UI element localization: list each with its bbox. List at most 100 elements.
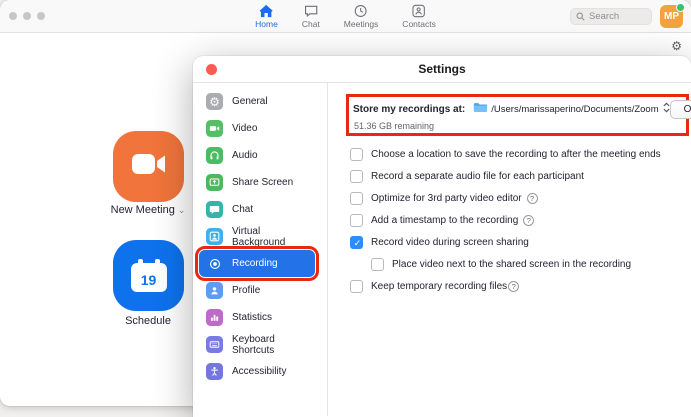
option-row-timestamp: Add a timestamp to the recording ?	[350, 209, 685, 231]
tab-contacts[interactable]: Contacts	[402, 4, 436, 29]
sidebar-item-video[interactable]: Video	[199, 115, 315, 142]
chat-bubble-icon	[206, 201, 223, 218]
sidebar-item-accessibility[interactable]: Accessibility	[199, 358, 315, 385]
gear-icon: ⚙︎	[206, 93, 223, 110]
recording-options-list: Choose a location to save the recording …	[350, 143, 685, 297]
sidebar-item-label: Video	[232, 123, 257, 134]
checkbox[interactable]	[371, 258, 384, 271]
window-controls[interactable]	[9, 12, 45, 20]
sidebar-item-label: Recording	[232, 258, 278, 269]
option-row-optimize-editor: Optimize for 3rd party video editor ?	[350, 187, 685, 209]
sidebar-item-label: Virtual Background	[232, 226, 315, 248]
checkbox[interactable]	[350, 192, 363, 205]
checkbox[interactable]	[350, 214, 363, 227]
settings-dialog-header: Settings	[193, 56, 691, 83]
sidebar-item-recording[interactable]: Recording	[199, 250, 315, 277]
select-chevrons-icon	[663, 100, 670, 118]
calendar-icon: 19	[131, 259, 167, 292]
avatar-initials: MP	[664, 11, 679, 22]
sidebar-item-statistics[interactable]: Statistics	[199, 304, 315, 331]
checkbox[interactable]	[350, 148, 363, 161]
checkbox[interactable]	[350, 236, 363, 249]
tab-chat-label: Chat	[302, 19, 320, 29]
clock-icon	[354, 4, 368, 18]
window-close-button[interactable]	[9, 12, 17, 20]
sidebar-item-label: General	[232, 96, 268, 107]
video-camera-icon	[206, 120, 223, 137]
option-label: Choose a location to save the recording …	[371, 149, 661, 160]
person-icon	[206, 282, 223, 299]
recording-location-select[interactable]: /Users/marissaperino/Documents/Zoom	[473, 100, 669, 118]
option-label: Record video during screen sharing	[371, 237, 529, 248]
new-meeting-button[interactable]	[113, 131, 184, 202]
sidebar-item-audio[interactable]: Audio	[199, 142, 315, 169]
chevron-down-icon[interactable]: ⌄	[178, 206, 186, 216]
window-zoom-button[interactable]	[37, 12, 45, 20]
sidebar-item-keyboard-shortcuts[interactable]: Keyboard Shortcuts	[199, 331, 315, 358]
folder-icon	[473, 100, 487, 118]
option-row-choose-location: Choose a location to save the recording …	[350, 143, 685, 165]
tab-contacts-label: Contacts	[402, 19, 436, 29]
tab-meetings-label: Meetings	[344, 19, 379, 29]
calendar-day: 19	[141, 268, 157, 292]
sidebar-item-share-screen[interactable]: Share Screen	[199, 169, 315, 196]
checkbox[interactable]	[350, 280, 363, 293]
help-icon[interactable]: ?	[527, 193, 538, 204]
new-meeting-label: New Meeting⌄	[88, 204, 208, 216]
search-icon	[576, 8, 585, 26]
schedule-label: Schedule	[88, 315, 208, 327]
schedule-button[interactable]: 19	[113, 240, 184, 311]
new-meeting-label-text: New Meeting	[111, 204, 175, 216]
sidebar-item-label: Accessibility	[232, 366, 286, 377]
bar-chart-icon	[206, 309, 223, 326]
settings-dialog: Settings ⚙︎ General Video Audio	[193, 56, 691, 417]
option-row-separate-audio: Record a separate audio file for each pa…	[350, 165, 685, 187]
sidebar-item-profile[interactable]: Profile	[199, 277, 315, 304]
store-recordings-annotation-box: Store my recordings at: /Users/marissape…	[346, 94, 689, 136]
home-icon	[259, 4, 274, 18]
settings-sidebar: ⚙︎ General Video Audio Share Screen	[193, 83, 328, 416]
window-minimize-button[interactable]	[23, 12, 31, 20]
tab-home-label: Home	[255, 19, 278, 29]
open-button[interactable]: Open	[670, 100, 691, 119]
headphones-icon	[206, 147, 223, 164]
sidebar-item-label: Chat	[232, 204, 253, 215]
chat-icon	[303, 4, 318, 18]
option-label: Optimize for 3rd party video editor	[371, 193, 522, 204]
help-icon[interactable]: ?	[508, 281, 519, 292]
sidebar-item-label: Share Screen	[232, 177, 293, 188]
space-remaining-text: 51.36 GB remaining	[354, 121, 682, 131]
video-camera-icon	[131, 151, 167, 182]
search-input[interactable]: Search	[570, 8, 652, 25]
contacts-icon	[412, 4, 426, 18]
nav-tabs: Home Chat Meetings Contacts	[255, 0, 436, 33]
settings-gear-icon[interactable]: ⚙︎	[671, 40, 682, 52]
recording-path: /Users/marissaperino/Documents/Zoom	[491, 104, 658, 115]
dialog-title: Settings	[193, 56, 691, 83]
avatar[interactable]: MP	[660, 5, 683, 28]
tab-chat[interactable]: Chat	[302, 4, 320, 29]
sidebar-item-label: Profile	[232, 285, 260, 296]
option-label: Place video next to the shared screen in…	[392, 259, 631, 270]
keyboard-icon	[206, 336, 223, 353]
sidebar-item-label: Statistics	[232, 312, 272, 323]
sidebar-item-label: Audio	[232, 150, 258, 161]
screen-share-icon	[206, 174, 223, 191]
dialog-close-button[interactable]	[206, 64, 217, 75]
option-row-place-video-next: Place video next to the shared screen in…	[371, 253, 685, 275]
sidebar-item-virtual-background[interactable]: Virtual Background	[199, 223, 315, 250]
sidebar-item-label: Keyboard Shortcuts	[232, 334, 315, 356]
toolbar: Home Chat Meetings Contacts	[0, 0, 691, 33]
option-label: Keep temporary recording files	[371, 281, 507, 292]
option-label: Add a timestamp to the recording	[371, 215, 518, 226]
tab-meetings[interactable]: Meetings	[344, 4, 379, 29]
tab-home[interactable]: Home	[255, 4, 278, 29]
option-label: Record a separate audio file for each pa…	[371, 171, 584, 182]
option-row-keep-temp-files: Keep temporary recording files ?	[350, 275, 685, 297]
sidebar-item-chat[interactable]: Chat	[199, 196, 315, 223]
record-icon	[206, 255, 223, 272]
checkbox[interactable]	[350, 170, 363, 183]
help-icon[interactable]: ?	[523, 215, 534, 226]
sidebar-item-general[interactable]: ⚙︎ General	[199, 88, 315, 115]
search-placeholder: Search	[589, 11, 619, 22]
